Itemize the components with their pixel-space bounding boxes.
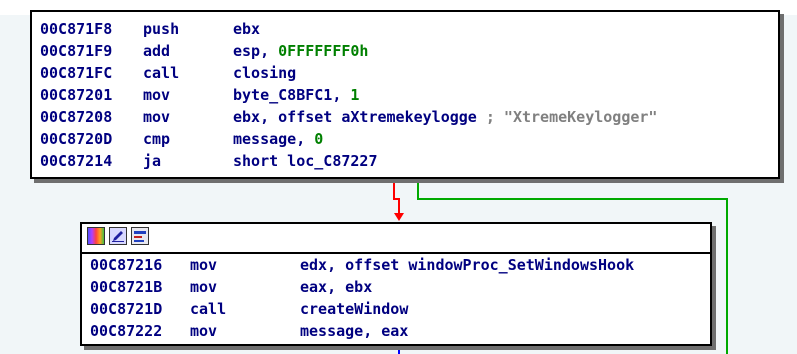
instruction-mnemonic[interactable]: mov	[190, 277, 217, 297]
instruction-mnemonic[interactable]: add	[143, 41, 170, 61]
instruction-mnemonic[interactable]: ja	[143, 151, 161, 171]
operand-text[interactable]: ebx, offset aXtremekeylogge	[233, 108, 477, 126]
instruction-address[interactable]: 00C871FC	[40, 63, 112, 83]
instruction-mnemonic[interactable]: mov	[190, 255, 217, 275]
code-block-2[interactable]: 00C87216 mov edx, offset windowProc_SetWin…	[80, 222, 712, 346]
graph-canvas[interactable]: 00C871F8 push ebx 00C871F9 add esp, 0FFFFFFF0…	[0, 0, 797, 354]
instruction-address[interactable]: 00C87222	[90, 321, 162, 341]
instruction-mnemonic[interactable]: mov	[143, 107, 170, 127]
instruction-mnemonic[interactable]: call	[190, 299, 226, 319]
edge-true-arrowhead	[394, 213, 404, 221]
graph-colors-icon[interactable]	[87, 227, 105, 245]
operand-text[interactable]: message, eax	[300, 322, 408, 340]
operand-text[interactable]: createWindow	[300, 300, 408, 318]
operand-number[interactable]: 0	[314, 130, 323, 148]
operand-text[interactable]: byte_C8BFC1,	[233, 86, 350, 104]
instruction-mnemonic[interactable]: mov	[190, 321, 217, 341]
instruction-address[interactable]: 00C871F8	[40, 19, 112, 39]
instruction-address[interactable]: 00C87201	[40, 85, 112, 105]
instruction-operands[interactable]: esp, 0FFFFFFF0h	[233, 41, 368, 61]
instruction-operands[interactable]: createWindow	[300, 299, 408, 319]
operand-number[interactable]: 0FFFFFFF0h	[278, 42, 368, 60]
instruction-operands[interactable]: closing	[233, 63, 296, 83]
operand-text[interactable]: short loc_C87227	[233, 152, 378, 170]
operand-text[interactable]: eax, ebx	[300, 278, 372, 296]
instruction-mnemonic[interactable]: cmp	[143, 129, 170, 149]
code-block-1[interactable]: 00C871F8 push ebx 00C871F9 add esp, 0FFFFFFF0…	[30, 10, 780, 179]
instruction-operands[interactable]: ebx, offset aXtremekeylogge ; "XtremeKey…	[233, 107, 657, 127]
instruction-operands[interactable]: eax, ebx	[300, 277, 372, 297]
instruction-operands[interactable]: ebx	[233, 19, 260, 39]
instruction-address[interactable]: 00C8720D	[40, 129, 112, 149]
instruction-address[interactable]: 00C8721B	[90, 277, 162, 297]
line-comment: ; "XtremeKeylogger"	[476, 108, 658, 126]
instruction-operands[interactable]: edx, offset windowProc_SetWindowsHook	[300, 255, 634, 275]
instruction-mnemonic[interactable]: mov	[143, 85, 170, 105]
block-toolbar	[82, 224, 710, 254]
operand-text[interactable]: closing	[233, 64, 296, 82]
xref-icon[interactable]	[131, 227, 149, 245]
instruction-operands[interactable]: message, eax	[300, 321, 408, 341]
instruction-operands[interactable]: short loc_C87227	[233, 151, 378, 171]
operand-text[interactable]: ebx	[233, 20, 260, 38]
instruction-address[interactable]: 00C871F9	[40, 41, 112, 61]
instruction-address[interactable]: 00C8721D	[90, 299, 162, 319]
edge-true-branch	[393, 177, 400, 215]
instruction-operands[interactable]: byte_C8BFC1, 1	[233, 85, 359, 105]
operand-text[interactable]: message,	[233, 130, 314, 148]
instruction-mnemonic[interactable]: call	[143, 63, 179, 83]
edit-icon[interactable]	[109, 227, 127, 245]
instruction-mnemonic[interactable]: push	[143, 19, 179, 39]
instruction-address[interactable]: 00C87216	[90, 255, 162, 275]
operand-text[interactable]: esp,	[233, 42, 278, 60]
operand-text[interactable]: edx, offset windowProc_SetWindowsHook	[300, 256, 634, 274]
instruction-operands[interactable]: message, 0	[233, 129, 323, 149]
operand-number[interactable]: 1	[350, 86, 359, 104]
instruction-address[interactable]: 00C87214	[40, 151, 112, 171]
instruction-address[interactable]: 00C87208	[40, 107, 112, 127]
